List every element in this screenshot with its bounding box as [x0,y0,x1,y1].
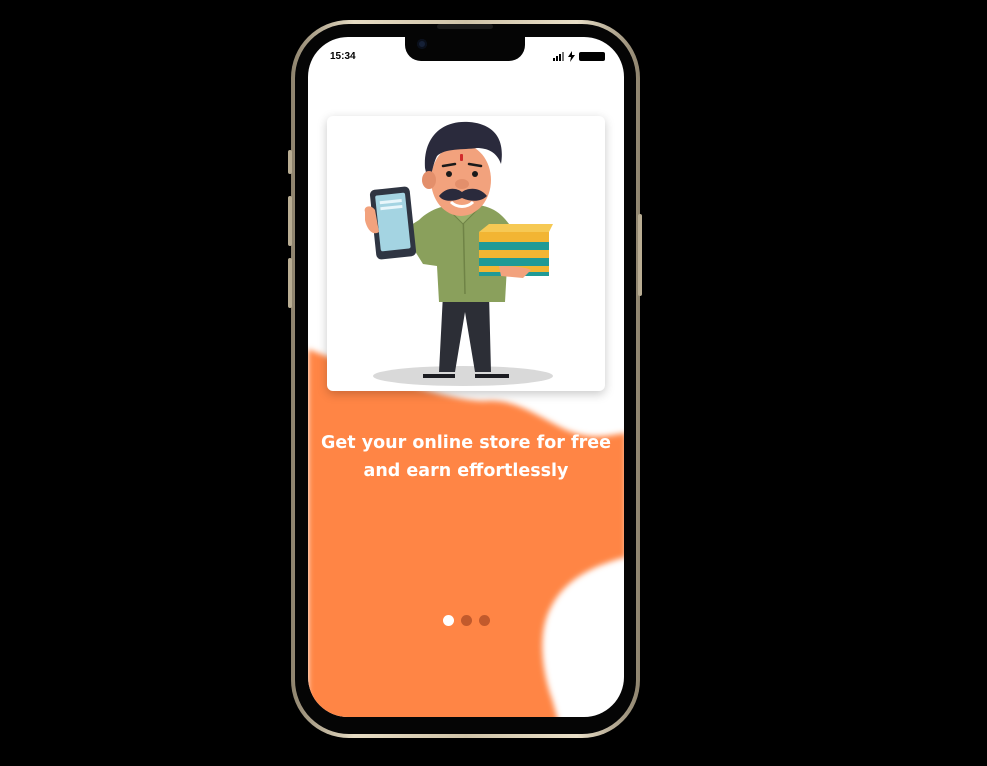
signal-icon [553,52,564,61]
front-camera-icon [417,39,427,49]
power-button [638,214,642,296]
tagline-line-2: and earn effortlessly [363,461,569,481]
page-dot-2[interactable] [460,615,472,626]
onboarding-tagline: Get your online store for free and earn … [308,429,624,485]
illustration-card [327,116,605,391]
mute-switch [288,150,292,174]
shopkeeper-illustration [364,121,553,386]
tagline-line-1: Get your online store for free [321,433,611,453]
volume-up-button [288,196,292,246]
page-indicator [308,615,624,626]
status-time: 15:34 [330,51,356,62]
volume-down-button [288,258,292,308]
page-dot-3[interactable] [478,615,490,626]
status-icons [553,51,605,62]
charging-icon [568,51,575,62]
app-screen: 15:34 Get your online store for free and… [308,37,624,717]
earpiece-speaker [437,24,493,29]
battery-icon [579,52,605,61]
page-dot-1[interactable] [442,615,454,626]
